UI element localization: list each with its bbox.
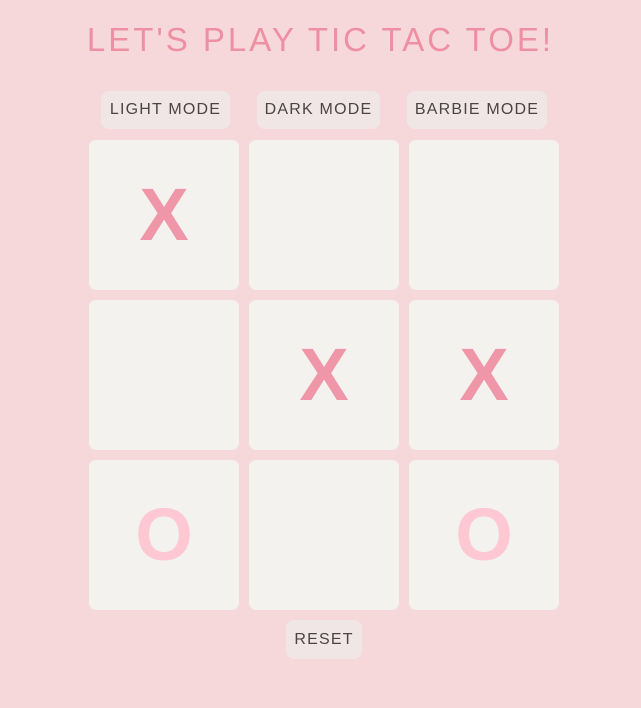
board-cell-5[interactable]: X <box>249 300 399 450</box>
light-mode-button[interactable]: LIGHT MODE <box>101 91 230 129</box>
board-cell-7[interactable]: O <box>89 460 239 610</box>
barbie-mode-button[interactable]: BARBIE MODE <box>407 91 547 129</box>
board-cell-3[interactable] <box>409 140 559 290</box>
dark-mode-button[interactable]: DARK MODE <box>257 91 380 129</box>
board-cell-6[interactable]: X <box>409 300 559 450</box>
board-cell-1[interactable]: X <box>89 140 239 290</box>
board-cell-4[interactable] <box>89 300 239 450</box>
board-cell-2[interactable] <box>249 140 399 290</box>
game-board: X X X O O <box>89 140 559 610</box>
page-title: LET'S PLAY TIC TAC TOE! <box>86 21 555 58</box>
reset-button[interactable]: RESET <box>286 620 362 659</box>
board-cell-8[interactable] <box>249 460 399 610</box>
board-cell-9[interactable]: O <box>409 460 559 610</box>
